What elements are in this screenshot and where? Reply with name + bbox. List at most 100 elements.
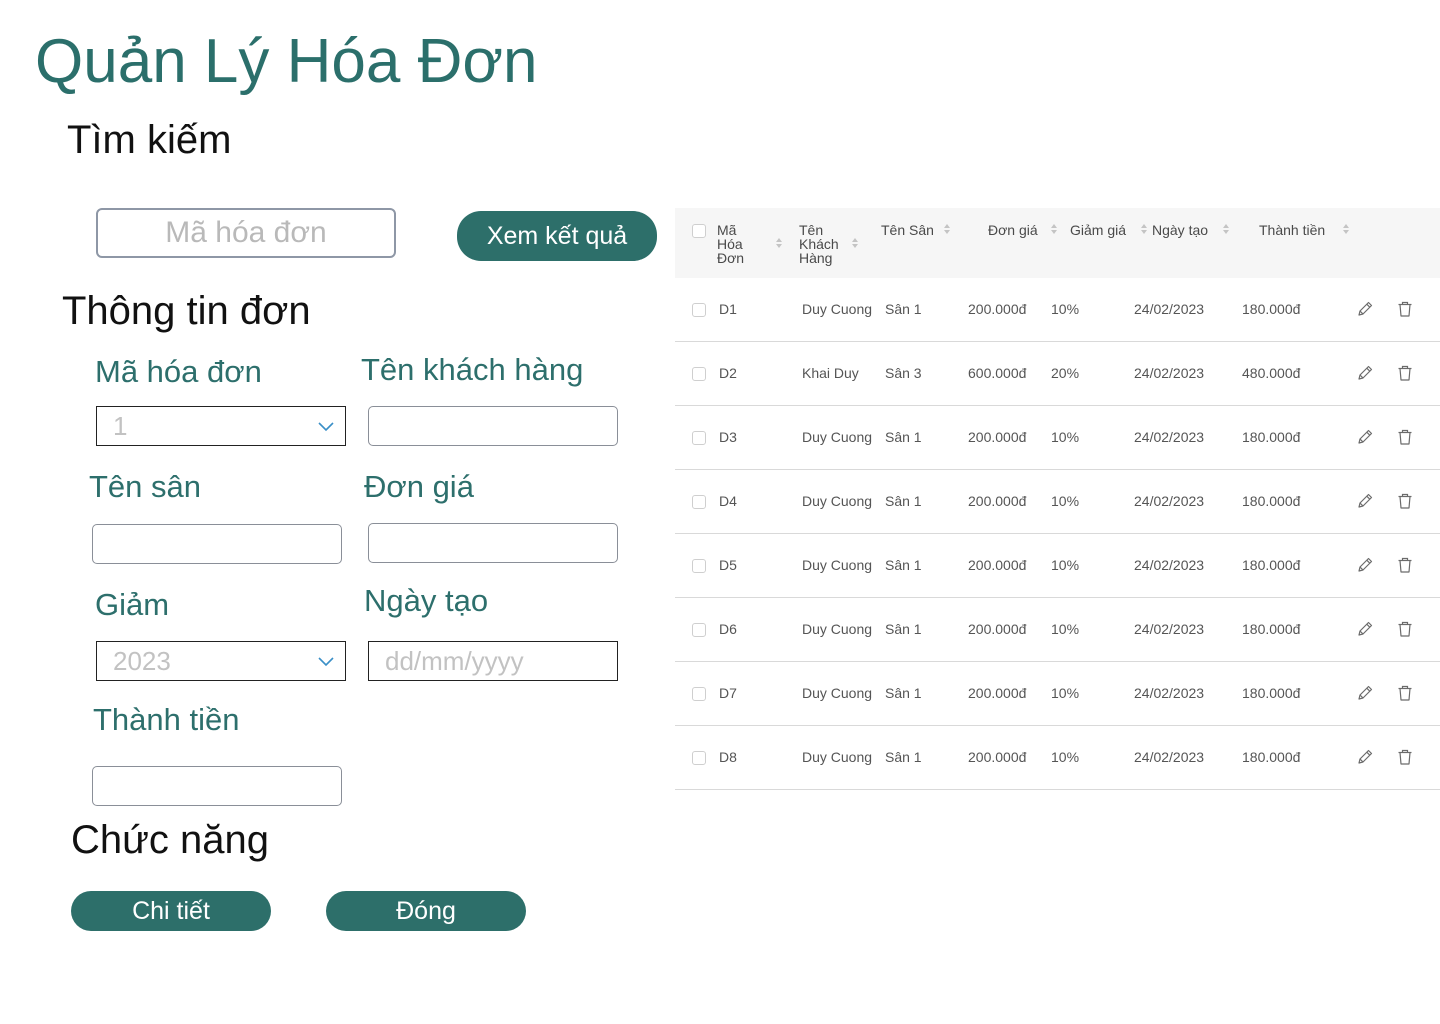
- cell-customer: Duy Cuong: [802, 429, 873, 445]
- chevron-down-icon: [318, 657, 334, 667]
- table-row[interactable]: D8 Duy Cuong Sân 1 200.000đ 10% 24/02/2023 180…: [675, 726, 1440, 790]
- column-header-price[interactable]: Đơn giá: [988, 223, 1038, 237]
- detail-button[interactable]: Chi tiết: [71, 891, 271, 931]
- row-checkbox[interactable]: [692, 367, 706, 381]
- cell-code: D5: [719, 557, 737, 573]
- select-all-checkbox[interactable]: [692, 224, 706, 238]
- row-checkbox[interactable]: [692, 431, 706, 445]
- cell-date: 24/02/2023: [1134, 429, 1205, 445]
- pencil-icon[interactable]: [1356, 492, 1374, 510]
- cell-date: 24/02/2023: [1134, 557, 1205, 573]
- column-header-date[interactable]: Ngày tạo: [1152, 223, 1208, 237]
- trash-icon[interactable]: [1396, 364, 1414, 382]
- column-header-customer[interactable]: Tên Khách Hàng: [799, 223, 839, 265]
- table-row[interactable]: D4 Duy Cuong Sân 1 200.000đ 10% 24/02/2023 180…: [675, 470, 1440, 534]
- trash-icon[interactable]: [1396, 492, 1414, 510]
- cell-total: 180.000đ: [1242, 429, 1301, 445]
- table-row[interactable]: D5 Duy Cuong Sân 1 200.000đ 10% 24/02/2023 180…: [675, 534, 1440, 598]
- field-name-label: Tên sân: [89, 469, 202, 504]
- created-date-field[interactable]: dd/mm/yyyy: [368, 641, 618, 681]
- pencil-icon[interactable]: [1356, 364, 1374, 382]
- discount-select[interactable]: 2023: [96, 641, 346, 681]
- column-header-discount[interactable]: Giảm giá: [1070, 223, 1126, 237]
- cell-price: 200.000đ: [968, 557, 1027, 573]
- column-header-total[interactable]: Thành tiền: [1259, 223, 1325, 237]
- unit-price-field[interactable]: [368, 523, 618, 563]
- cell-field: Sân 1: [885, 493, 922, 509]
- close-button[interactable]: Đóng: [326, 891, 526, 931]
- total-label: Thành tiền: [93, 702, 240, 737]
- pencil-icon[interactable]: [1356, 748, 1374, 766]
- sort-icon[interactable]: [1140, 223, 1148, 235]
- cell-field: Sân 1: [885, 429, 922, 445]
- field-name-field[interactable]: [92, 524, 342, 564]
- cell-code: D1: [719, 301, 737, 317]
- table-row[interactable]: D3 Duy Cuong Sân 1 200.000đ 10% 24/02/2023 180…: [675, 406, 1440, 470]
- cell-field: Sân 1: [885, 685, 922, 701]
- column-header-field[interactable]: Tên Sân: [881, 223, 934, 237]
- discount-value: 2023: [113, 645, 171, 676]
- sort-icon[interactable]: [1050, 223, 1058, 235]
- row-checkbox[interactable]: [692, 303, 706, 317]
- view-results-button[interactable]: Xem kết quả: [457, 211, 657, 261]
- cell-code: D6: [719, 621, 737, 637]
- cell-customer: Duy Cuong: [802, 749, 873, 765]
- cell-code: D3: [719, 429, 737, 445]
- cell-discount: 10%: [1051, 621, 1080, 637]
- cell-date: 24/02/2023: [1134, 749, 1205, 765]
- total-field[interactable]: [92, 766, 342, 806]
- table-row[interactable]: D1 Duy Cuong Sân 1 200.000đ 10% 24/02/2023 180…: [675, 278, 1440, 342]
- row-checkbox[interactable]: [692, 751, 706, 765]
- cell-customer: Duy Cuong: [802, 685, 873, 701]
- trash-icon[interactable]: [1396, 556, 1414, 574]
- sort-icon[interactable]: [943, 223, 951, 235]
- cell-total: 180.000đ: [1242, 493, 1301, 509]
- cell-price: 200.000đ: [968, 685, 1027, 701]
- table-row[interactable]: D2 Khai Duy Sân 3 600.000đ 20% 24/02/2023 480.…: [675, 342, 1440, 406]
- cell-customer: Duy Cuong: [802, 301, 873, 317]
- trash-icon[interactable]: [1396, 684, 1414, 702]
- pencil-icon[interactable]: [1356, 620, 1374, 638]
- trash-icon[interactable]: [1396, 428, 1414, 446]
- functions-heading: Chức năng: [71, 818, 270, 862]
- cell-price: 200.000đ: [968, 429, 1027, 445]
- cell-discount: 10%: [1051, 301, 1080, 317]
- sort-icon[interactable]: [1342, 223, 1350, 235]
- sort-icon[interactable]: [1222, 223, 1230, 235]
- cell-price: 200.000đ: [968, 301, 1027, 317]
- cell-code: D7: [719, 685, 737, 701]
- sort-icon[interactable]: [775, 237, 783, 249]
- cell-discount: 20%: [1051, 365, 1080, 381]
- invoice-code-label: Mã hóa đơn: [95, 354, 262, 389]
- trash-icon[interactable]: [1396, 620, 1414, 638]
- search-input[interactable]: [96, 208, 396, 258]
- chevron-down-icon: [318, 422, 334, 432]
- pencil-icon[interactable]: [1356, 684, 1374, 702]
- cell-total: 180.000đ: [1242, 685, 1301, 701]
- row-checkbox[interactable]: [692, 559, 706, 573]
- table-row[interactable]: D6 Duy Cuong Sân 1 200.000đ 10% 24/02/2023 180…: [675, 598, 1440, 662]
- trash-icon[interactable]: [1396, 300, 1414, 318]
- cell-field: Sân 1: [885, 621, 922, 637]
- invoice-code-select[interactable]: 1: [96, 406, 346, 446]
- row-checkbox[interactable]: [692, 687, 706, 701]
- customer-name-field[interactable]: [368, 406, 618, 446]
- row-checkbox[interactable]: [692, 495, 706, 509]
- cell-customer: Khai Duy: [802, 365, 859, 381]
- sort-icon[interactable]: [851, 237, 859, 249]
- cell-field: Sân 1: [885, 749, 922, 765]
- table-row[interactable]: D7 Duy Cuong Sân 1 200.000đ 10% 24/02/2023 180…: [675, 662, 1440, 726]
- cell-date: 24/02/2023: [1134, 685, 1205, 701]
- trash-icon[interactable]: [1396, 748, 1414, 766]
- pencil-icon[interactable]: [1356, 428, 1374, 446]
- pencil-icon[interactable]: [1356, 556, 1374, 574]
- row-checkbox[interactable]: [692, 623, 706, 637]
- cell-date: 24/02/2023: [1134, 621, 1205, 637]
- column-header-code[interactable]: Mã Hóa Đơn: [717, 223, 744, 265]
- customer-name-label: Tên khách hàng: [361, 352, 584, 387]
- cell-customer: Duy Cuong: [802, 621, 873, 637]
- cell-field: Sân 1: [885, 301, 922, 317]
- page-title: Quản Lý Hóa Đơn: [35, 27, 538, 96]
- cell-discount: 10%: [1051, 557, 1080, 573]
- pencil-icon[interactable]: [1356, 300, 1374, 318]
